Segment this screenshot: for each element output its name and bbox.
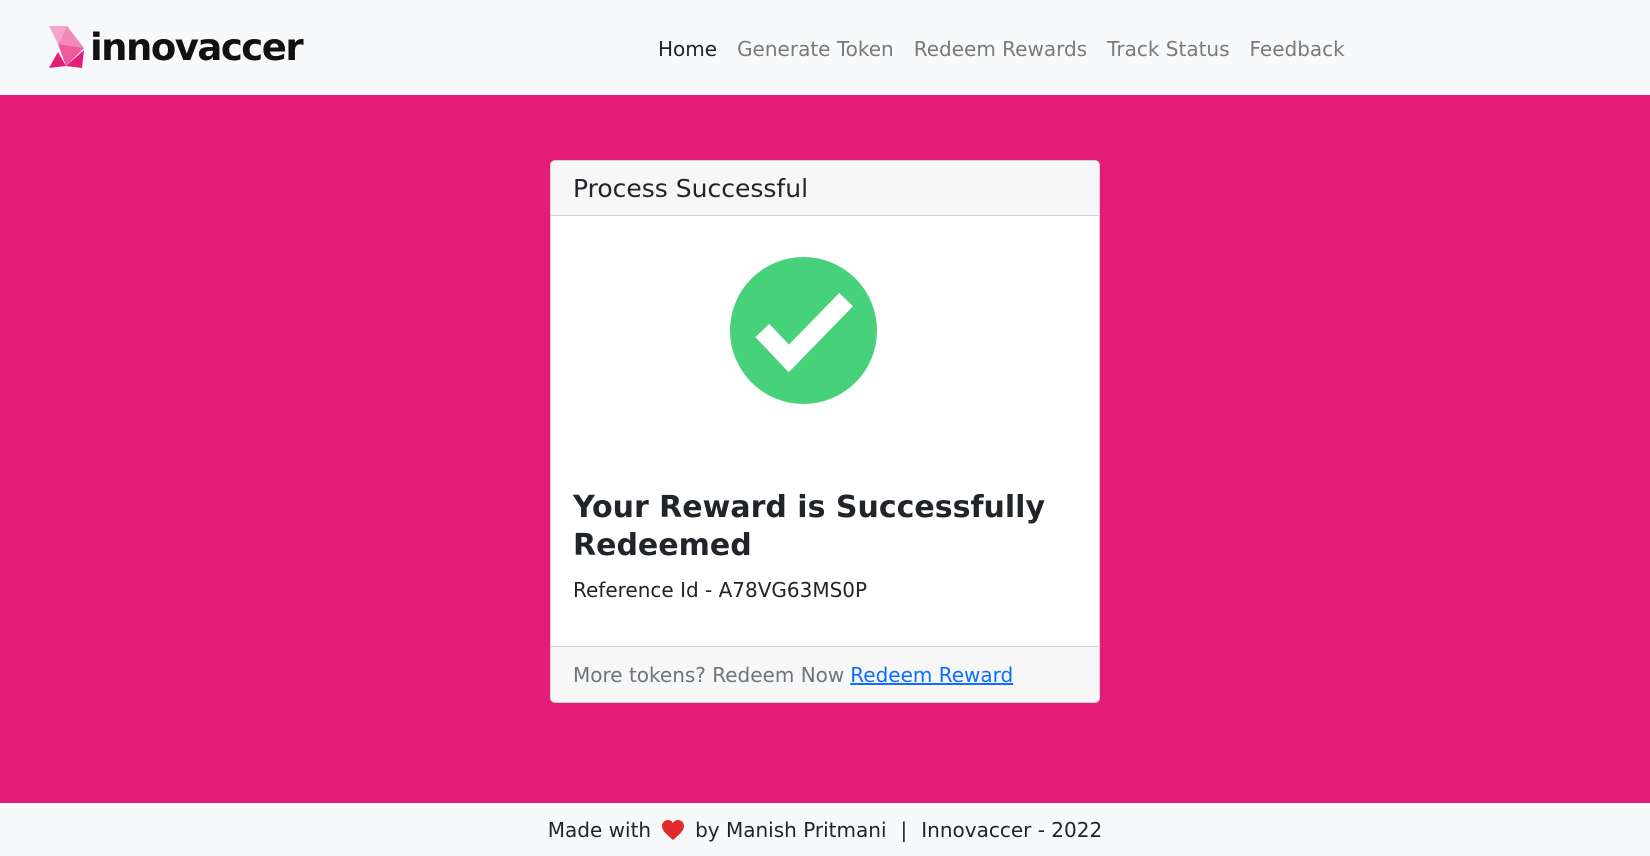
card-footer: More tokens? Redeem Now Redeem Reward [551,646,1099,702]
nav-track-status[interactable]: Track Status [1107,37,1229,61]
footer-author: by Manish Pritmani [695,817,887,842]
redeem-reward-link[interactable]: Redeem Reward [850,663,1013,687]
footer-separator: | [900,817,908,842]
card-header: Process Successful [551,161,1099,216]
card-footer-text: More tokens? Redeem Now [573,662,845,687]
nav-generate-token[interactable]: Generate Token [737,37,894,61]
footer-org: Innovaccer - 2022 [921,817,1103,842]
heart-icon [662,819,685,840]
page-footer: Made with by Manish Pritmani | Innovacce… [0,803,1650,856]
brand-name: innovaccer [90,26,304,69]
nav-feedback[interactable]: Feedback [1250,37,1345,61]
nav-redeem-rewards[interactable]: Redeem Rewards [914,37,1087,61]
nav-home[interactable]: Home [658,37,717,61]
main-nav: Home Generate Token Redeem Rewards Track… [648,30,1355,68]
success-card: Process Successful Your Reward is Succes… [550,160,1100,703]
main-section: Process Successful Your Reward is Succes… [0,95,1650,803]
navbar: innovaccer Home Generate Token Redeem Re… [0,0,1650,95]
brand-logo-link[interactable]: innovaccer [46,24,304,72]
card-title: Your Reward is Successfully Redeemed [573,490,1046,563]
footer-made-with: Made with [547,817,652,842]
reference-id-text: Reference Id - A78VG63MS0P [573,578,868,602]
check-circle-icon [730,257,877,404]
innovaccer-logo-icon [49,26,84,68]
